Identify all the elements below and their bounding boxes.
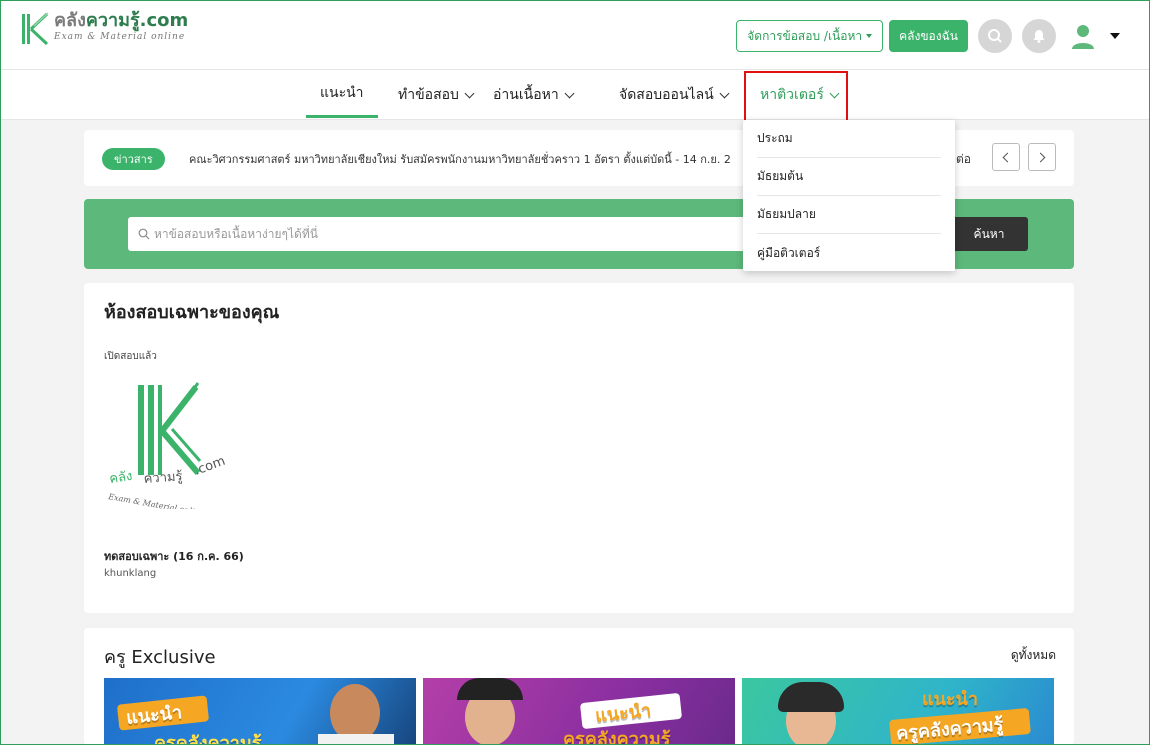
dropdown-item-lower-secondary[interactable]: มัธยมต้น bbox=[757, 158, 941, 196]
nav-item-read-content[interactable]: อ่านเนื้อหา bbox=[493, 70, 575, 120]
dropdown-item-tutor-guide[interactable]: คู่มือติวเตอร์ bbox=[757, 234, 941, 272]
highlight-box bbox=[744, 71, 848, 123]
teacher-banner[interactable]: แนะนำ ครูคลังความรู้ bbox=[742, 678, 1054, 745]
dropdown-item-primary[interactable]: ประถม bbox=[757, 120, 941, 158]
chevron-down-icon bbox=[564, 88, 575, 98]
section-title: ห้องสอบเฉพาะของคุณ bbox=[104, 302, 280, 323]
see-all-link[interactable]: ดูทั้งหมด bbox=[1011, 646, 1056, 665]
search-icon[interactable] bbox=[978, 19, 1012, 53]
my-library-button[interactable]: คลังของฉัน bbox=[889, 20, 968, 52]
chevron-down-icon bbox=[719, 88, 730, 98]
top-header: คลังความรู้.com Exam & Material online จ… bbox=[0, 0, 1150, 70]
private-exam-room-section: ห้องสอบเฉพาะของคุณ เปิดสอบแล้ว คลัง ความ… bbox=[84, 283, 1074, 613]
site-logo[interactable]: คลังความรู้.com Exam & Material online bbox=[20, 12, 188, 48]
user-menu-caret-icon[interactable] bbox=[1110, 33, 1120, 39]
logo-k-icon bbox=[22, 12, 49, 46]
search-icon bbox=[138, 228, 150, 240]
nav-item-take-exam[interactable]: ทำข้อสอบ bbox=[398, 70, 475, 120]
exclusive-teachers-section: ครู Exclusive ดูทั้งหมด แนะนำ ครูคลังควา… bbox=[84, 628, 1074, 745]
svg-text:ความรู้: ความรู้ bbox=[143, 469, 183, 487]
section-subtitle: เปิดสอบแล้ว bbox=[104, 351, 157, 362]
nav-item-online-exam[interactable]: จัดสอบออนไลน์ bbox=[619, 70, 730, 120]
exam-title[interactable]: ทดสอบเฉพาะ (16 ก.ค. 66) bbox=[104, 547, 244, 565]
exam-thumbnail-logo[interactable]: คลัง ความรู้ .com Exam & Material online bbox=[100, 379, 250, 509]
logo-tagline: Exam & Material online bbox=[54, 32, 186, 42]
caret-down-icon bbox=[866, 34, 873, 38]
news-headline[interactable]: คณะวิศวกรรมศาสตร์ มหาวิทยาลัยเชียงใหม่ ร… bbox=[189, 150, 739, 168]
manage-exam-button[interactable]: จัดการข้อสอบ /เนื้อหา bbox=[736, 20, 884, 52]
chevron-right-icon bbox=[1035, 152, 1046, 162]
search-placeholder: หาข้อสอบหรือเนื้อหาง่ายๆได้ที่นี่ bbox=[154, 226, 318, 241]
svg-text:Exam & Material online: Exam & Material online bbox=[107, 492, 205, 509]
exam-author: khunklang bbox=[104, 568, 157, 579]
news-prev-button[interactable] bbox=[992, 143, 1020, 171]
svg-text:คลัง: คลัง bbox=[108, 469, 133, 487]
dropdown-item-upper-secondary[interactable]: มัธยมปลาย bbox=[757, 196, 941, 234]
teacher-banner[interactable]: แนะนำ ครูคลังความรู้ bbox=[104, 678, 416, 745]
user-avatar-icon[interactable] bbox=[1066, 19, 1100, 53]
chevron-down-icon bbox=[464, 88, 475, 98]
nav-item-recommend[interactable]: แนะนำ bbox=[306, 70, 378, 118]
bell-icon[interactable] bbox=[1022, 19, 1056, 53]
news-next-button[interactable] bbox=[1028, 143, 1056, 171]
section-title: ครู Exclusive bbox=[104, 647, 216, 668]
news-more-link[interactable]: ต่อ bbox=[956, 150, 971, 169]
teacher-banner[interactable]: แนะนำ ครูคลังความรู้ bbox=[423, 678, 735, 745]
main-nav: แนะนำ ทำข้อสอบ อ่านเนื้อหา จัดสอบออนไลน์… bbox=[0, 70, 1150, 120]
search-button[interactable]: ค้นหา bbox=[950, 217, 1028, 251]
tutor-dropdown-menu: ประถม มัธยมต้น มัธยมปลาย คู่มือติวเตอร์ bbox=[743, 120, 955, 271]
news-badge: ข่าวสาร bbox=[102, 148, 165, 170]
logo-text: คลังความรู้.com bbox=[54, 10, 189, 31]
chevron-left-icon bbox=[1002, 152, 1013, 162]
